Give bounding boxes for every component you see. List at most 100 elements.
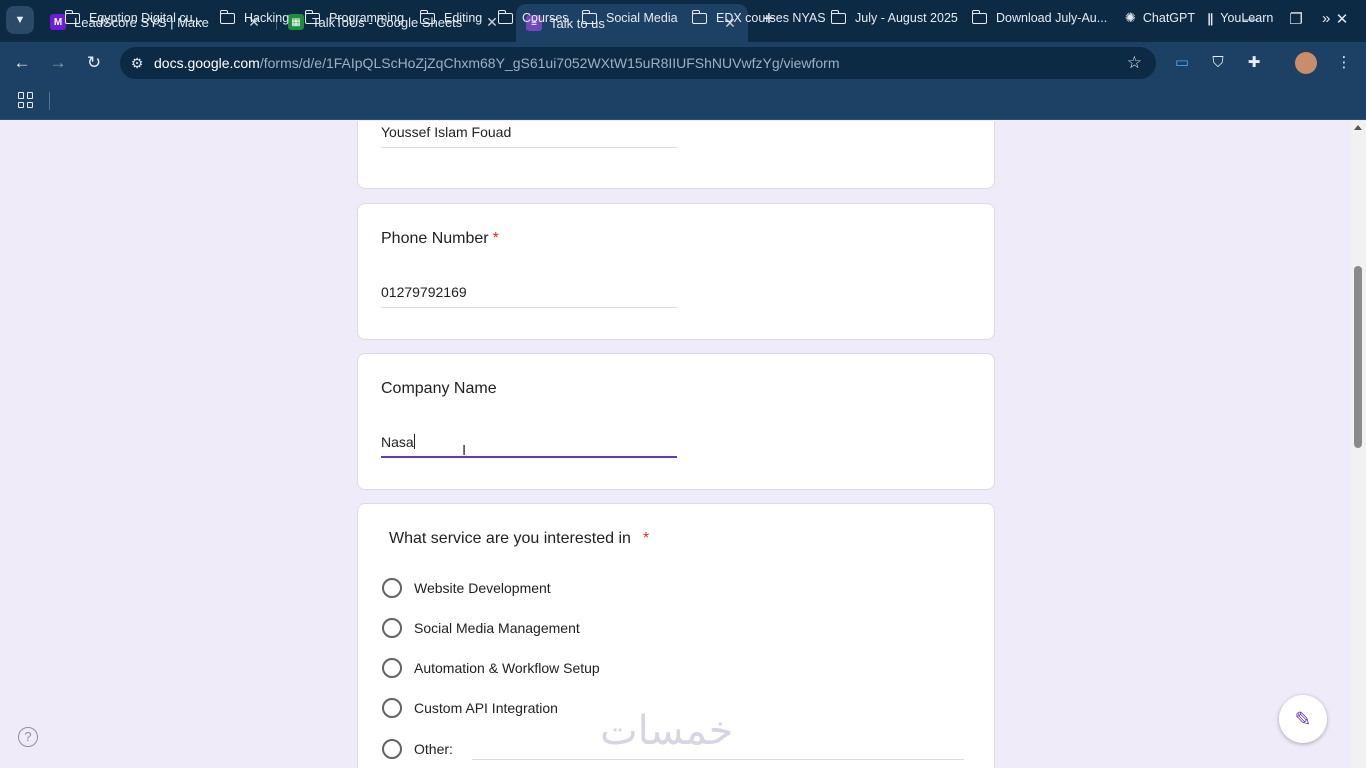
chevron-down-icon: ▼ bbox=[14, 14, 26, 26]
option-other[interactable]: Other: bbox=[382, 738, 453, 760]
bookmark-label: July - August 2025 bbox=[855, 11, 958, 25]
name-input[interactable]: Youssef Islam Fouad bbox=[381, 121, 677, 148]
double-chevron-right-icon: » bbox=[1322, 9, 1331, 27]
edit-form-button[interactable]: ✎ bbox=[1279, 695, 1327, 743]
page-scrollbar[interactable] bbox=[1350, 121, 1366, 768]
browser-toolbar: ← → ↻ ⚙ docs.google.com/forms/d/e/1FAIpQ… bbox=[0, 42, 1366, 84]
folder-icon bbox=[971, 9, 987, 24]
bookmarks-bar bbox=[0, 84, 1366, 120]
option-label: Website Development bbox=[414, 580, 551, 596]
radio-button[interactable] bbox=[382, 658, 402, 678]
bookmark-label: Social Media bbox=[606, 11, 678, 25]
service-label: What service are you interested in bbox=[389, 530, 631, 547]
phone-value: 01279792169 bbox=[381, 284, 467, 300]
form-page: Youssef Islam Fouad Phone Number * 012797… bbox=[0, 121, 1350, 768]
make-icon: M bbox=[50, 14, 66, 30]
url-domain: docs.google.com bbox=[154, 55, 260, 71]
radio-button[interactable] bbox=[382, 698, 402, 718]
option-label: Automation & Workflow Setup bbox=[414, 660, 600, 676]
option-website-development[interactable]: Website Development bbox=[382, 577, 551, 599]
bookmark-label: YouLearn bbox=[1220, 11, 1274, 25]
bookmark-edx[interactable]: EDX courses NYAS bbox=[691, 8, 826, 28]
bookmark-youlearn[interactable]: ∥ YouLearn bbox=[1207, 8, 1273, 28]
company-input[interactable]: Nasa bbox=[381, 428, 677, 458]
option-label: Other: bbox=[414, 741, 453, 757]
close-icon: ✕ bbox=[1335, 11, 1349, 28]
bookmark-separator bbox=[49, 92, 50, 110]
required-asterisk: * bbox=[492, 230, 499, 247]
other-text-input[interactable] bbox=[472, 759, 964, 760]
required-asterisk: * bbox=[642, 530, 650, 547]
bookmark-editing[interactable]: Editing bbox=[419, 8, 483, 28]
forward-button[interactable]: → bbox=[45, 51, 71, 75]
text-caret bbox=[413, 434, 415, 449]
url-text[interactable]: docs.google.com/forms/d/e/1FAIpQLScHoZjZ… bbox=[154, 55, 840, 71]
bookmark-star-icon[interactable]: ☆ bbox=[1127, 53, 1142, 73]
bookmark-label: Egyption Digital cu... bbox=[89, 11, 203, 25]
bookmark-egyption[interactable]: Egyption Digital cu... bbox=[64, 8, 203, 28]
folder-icon bbox=[581, 9, 597, 24]
bookmark-chatgpt[interactable]: ✺ ChatGPT bbox=[1125, 8, 1195, 28]
arrow-right-icon: → bbox=[49, 53, 67, 72]
bookmark-social-media[interactable]: Social Media bbox=[581, 8, 678, 28]
address-bar[interactable]: ⚙ docs.google.com/forms/d/e/1FAIpQLScHoZ… bbox=[120, 47, 1156, 79]
folder-icon bbox=[419, 9, 435, 24]
bookmark-july-august[interactable]: July - August 2025 bbox=[830, 8, 958, 28]
bookmark-label: Editing bbox=[444, 11, 483, 25]
folder-icon bbox=[497, 9, 513, 24]
arrow-left-icon: ← bbox=[13, 53, 31, 72]
company-label: Company Name bbox=[381, 380, 497, 397]
help-icon[interactable]: ? bbox=[18, 727, 38, 747]
phone-label: Phone Number bbox=[381, 230, 489, 247]
bookmark-label: ChatGPT bbox=[1142, 11, 1196, 25]
option-label: Social Media Management bbox=[414, 620, 580, 636]
more-menu-icon[interactable]: ⋮ bbox=[1332, 51, 1356, 75]
bookmark-label: Download July-Au... bbox=[996, 11, 1108, 25]
youlearn-icon: ∥ bbox=[1207, 11, 1214, 26]
option-label: Custom API Integration bbox=[414, 700, 558, 716]
company-question-card: Company Name Nasa I bbox=[357, 353, 995, 490]
folder-icon bbox=[219, 9, 235, 24]
extensions-icon[interactable]: ✚ bbox=[1242, 51, 1266, 75]
option-automation-workflow[interactable]: Automation & Workflow Setup bbox=[382, 657, 600, 679]
question-title: Phone Number * bbox=[381, 230, 499, 248]
bookmark-label: Programming bbox=[329, 11, 405, 25]
folder-icon bbox=[830, 9, 846, 24]
option-custom-api[interactable]: Custom API Integration bbox=[382, 697, 558, 719]
question-title: Company Name bbox=[381, 380, 497, 398]
cast-icon[interactable]: ▭ bbox=[1170, 51, 1194, 75]
bookmark-label: EDX courses NYAS bbox=[716, 11, 826, 25]
radio-button[interactable] bbox=[382, 578, 402, 598]
apps-grid-icon[interactable] bbox=[18, 92, 34, 108]
avatar[interactable] bbox=[1295, 52, 1317, 74]
option-social-media-management[interactable]: Social Media Management bbox=[382, 617, 580, 639]
shield-icon[interactable]: ⛉ bbox=[1206, 51, 1230, 75]
reload-icon: ↻ bbox=[86, 53, 102, 72]
scroll-up-arrow-icon[interactable] bbox=[1354, 125, 1362, 130]
scrollbar-thumb[interactable] bbox=[1354, 266, 1362, 448]
site-settings-icon[interactable]: ⚙ bbox=[120, 55, 154, 72]
khamsat-watermark: خمسات bbox=[600, 708, 734, 754]
bookmark-label: Hacking bbox=[244, 11, 290, 25]
phone-input[interactable]: 01279792169 bbox=[381, 278, 677, 308]
bookmark-hacking[interactable]: Hacking bbox=[219, 8, 290, 28]
url-path: /forms/d/e/1FAIpQLScHoZjZqChxm68Y_gS61ui… bbox=[259, 55, 840, 71]
folder-icon bbox=[304, 9, 320, 24]
bookmarks-overflow-button[interactable]: » bbox=[1322, 8, 1330, 28]
restore-button[interactable]: ❐ bbox=[1276, 8, 1316, 32]
bookmark-programming[interactable]: Programming bbox=[304, 8, 405, 28]
bookmark-courses[interactable]: Courses bbox=[497, 8, 569, 28]
tab-search-button[interactable]: ▼ bbox=[6, 6, 34, 34]
back-button[interactable]: ← bbox=[9, 51, 35, 75]
bookmark-download[interactable]: Download July-Au... bbox=[971, 8, 1108, 28]
chatgpt-icon: ✺ bbox=[1125, 10, 1136, 25]
radio-button[interactable] bbox=[382, 618, 402, 638]
name-question-card: Youssef Islam Fouad bbox=[357, 121, 995, 189]
phone-question-card: Phone Number * 01279792169 bbox=[357, 203, 995, 340]
bookmark-label: Courses bbox=[522, 11, 569, 25]
reload-button[interactable]: ↻ bbox=[81, 51, 107, 75]
ibeam-cursor-icon: I bbox=[462, 442, 467, 459]
name-value: Youssef Islam Fouad bbox=[381, 124, 512, 140]
radio-button[interactable] bbox=[382, 739, 402, 759]
restore-icon: ❐ bbox=[1289, 11, 1303, 28]
